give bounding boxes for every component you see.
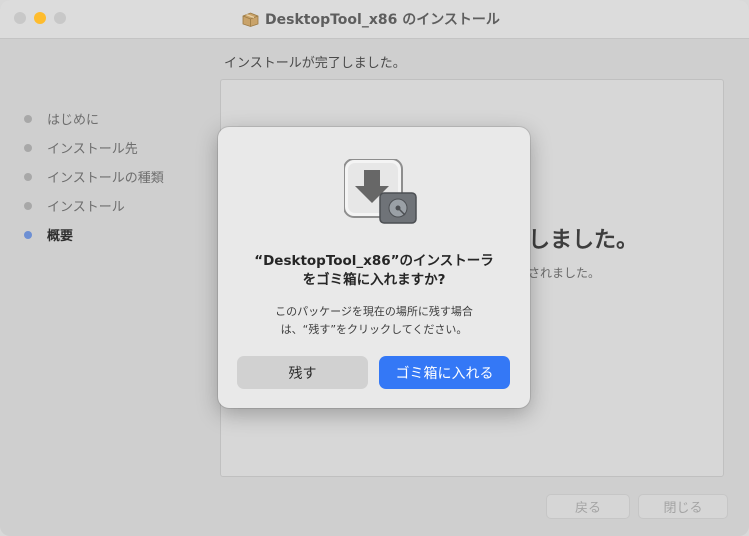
step-label: インストール先 xyxy=(47,142,138,157)
dialog-message: このパッケージを現在の場所に残す場合 は、“残す”をクリックしてください。 xyxy=(238,303,510,339)
dialog-title-line-2: をゴミ箱に入れますか? xyxy=(302,272,446,288)
step-dot xyxy=(24,114,32,123)
step-list: はじめに インストール先 インストールの種類 インストール 概要 xyxy=(24,104,164,249)
dialog-title-line-1: “DesktopTool_x86”のインストーラ xyxy=(254,253,494,269)
step-dot xyxy=(24,143,32,152)
keep-button[interactable]: 残す xyxy=(237,356,368,389)
summary-text: されました。 xyxy=(528,266,601,280)
move-to-trash-dialog: “DesktopTool_x86”のインストーラ をゴミ箱に入れますか? このパ… xyxy=(218,127,530,408)
dialog-message-line-2: は、“残す”をクリックしてください。 xyxy=(280,323,468,336)
window-title: DesktopTool_x86 のインストール xyxy=(265,12,500,28)
dialog-message-line-1: このパッケージを現在の場所に残す場合 xyxy=(275,305,473,318)
close-button[interactable]: 閉じる xyxy=(638,494,728,519)
installer-package-icon xyxy=(343,158,418,225)
package-icon xyxy=(242,12,259,27)
step-installation-type: インストールの種類 xyxy=(24,162,164,191)
close-window-button[interactable] xyxy=(14,12,26,24)
step-label: はじめに xyxy=(47,113,100,128)
step-dot xyxy=(24,172,32,181)
dialog-title: “DesktopTool_x86”のインストーラ をゴミ箱に入れますか? xyxy=(238,252,510,290)
step-summary: 概要 xyxy=(24,220,164,249)
step-label: 概要 xyxy=(47,229,74,244)
move-to-trash-button[interactable]: ゴミ箱に入れる xyxy=(379,356,510,389)
step-dot-active xyxy=(24,230,32,239)
step-label: インストール xyxy=(47,200,125,215)
summary-heading: しました。 xyxy=(528,228,639,253)
step-dot xyxy=(24,201,32,210)
zoom-window-button[interactable] xyxy=(54,12,66,24)
back-button[interactable]: 戻る xyxy=(546,494,630,519)
step-label: インストールの種類 xyxy=(47,171,164,186)
window-title-group: DesktopTool_x86 のインストール xyxy=(242,8,500,30)
step-installation: インストール xyxy=(24,191,164,220)
step-destination: インストール先 xyxy=(24,133,164,162)
title-bar: DesktopTool_x86 のインストール xyxy=(0,0,749,39)
page-heading: インストールが完了しました。 xyxy=(224,56,406,71)
minimize-window-button[interactable] xyxy=(34,12,46,24)
step-introduction: はじめに xyxy=(24,104,164,133)
